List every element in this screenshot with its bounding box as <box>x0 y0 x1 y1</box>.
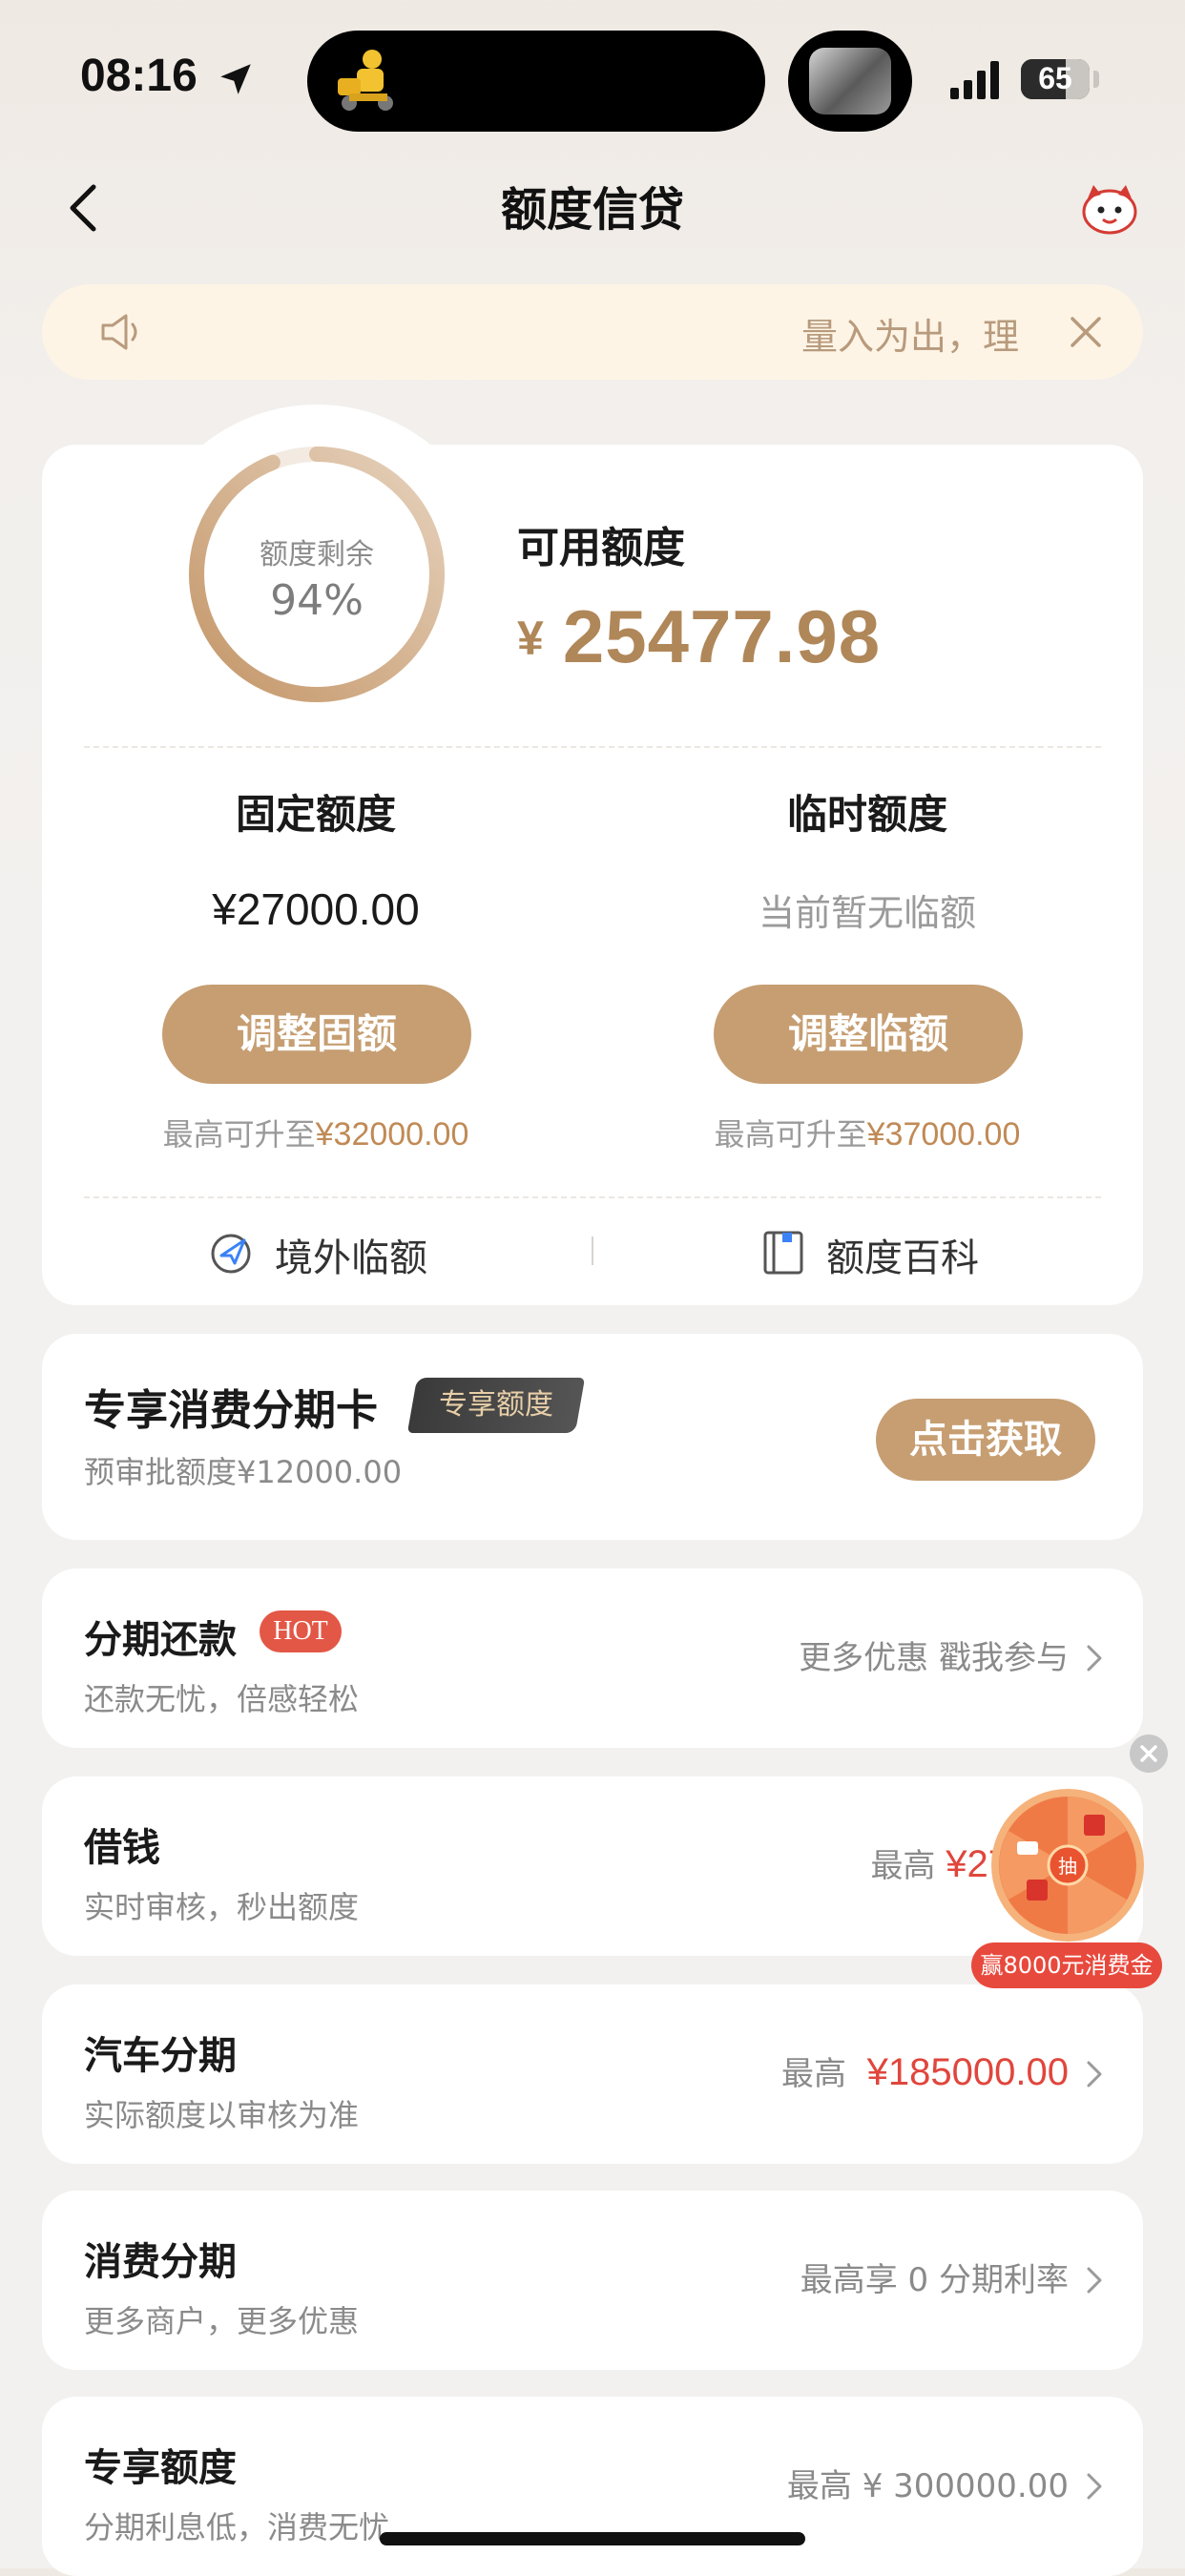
limit-wiki-link[interactable]: 额度百科 <box>759 1225 1008 1280</box>
list-item-subtitle: 实时审核，秒出额度 <box>84 1889 360 1925</box>
right-label: 最高 <box>870 1847 936 1885</box>
location-arrow-icon <box>220 64 251 94</box>
chevron-right-icon <box>1087 1645 1102 1672</box>
notice-bar[interactable]: 量入为出，理 <box>42 284 1143 380</box>
right-label: 最高 ¥ 300000.00 <box>786 2467 1069 2505</box>
status-bar: 08:16 65 <box>0 0 1185 153</box>
adjust-temp-button[interactable]: 调整临额 <box>714 985 1023 1084</box>
speaker-icon <box>101 314 137 350</box>
max-prefix: 最高可升至 <box>714 1116 867 1153</box>
status-time: 08:16 <box>80 51 198 101</box>
adjust-fixed-button[interactable]: 调整固额 <box>162 985 471 1084</box>
list-item-installment-repay[interactable]: 分期还款 HOT 还款无忧，倍感轻松 更多优惠 戳我参与 <box>42 1568 1143 1748</box>
currency-symbol: ¥ <box>517 612 544 665</box>
max-amount: ¥32000.00 <box>315 1116 469 1153</box>
list-item-right-text: 最高享 0 分期利率 <box>800 2254 1069 2300</box>
battery-icon: 65 <box>1021 59 1090 99</box>
delivery-rider-icon <box>338 50 393 111</box>
list-item-title: 分期还款 <box>84 1618 237 1662</box>
list-item-subtitle: 实际额度以审核为准 <box>84 2097 360 2133</box>
exclusive-badge: 专享额度 <box>406 1378 586 1433</box>
list-item-consumer-installment[interactable]: 消费分期 更多商户，更多优惠 最高享 0 分期利率 <box>42 2191 1143 2370</box>
exclusive-subtitle: 预审批额度¥12000.00 <box>84 1454 403 1490</box>
now-playing-cover <box>788 31 912 132</box>
limit-wiki-label: 额度百科 <box>826 1236 979 1280</box>
home-indicator <box>380 2532 805 2545</box>
exclusive-badge-label: 专享额度 <box>439 1388 553 1422</box>
divider <box>84 1196 1101 1198</box>
right-amount: ¥185000.00 <box>866 2051 1069 2093</box>
book-icon <box>763 1231 803 1275</box>
max-amount: ¥37000.00 <box>866 1116 1021 1153</box>
temp-max-note: 最高可升至¥37000.00 <box>648 1111 1087 1154</box>
chevron-right-icon <box>1087 2267 1102 2294</box>
list-item-title: 汽车分期 <box>84 2034 237 2078</box>
list-item-right-text: 更多优惠 戳我参与 <box>799 1631 1069 1678</box>
divider <box>84 746 1101 748</box>
close-float-icon[interactable] <box>1130 1735 1168 1773</box>
list-item-exclusive-limit[interactable]: 专享额度 分期利息低，消费无忧 最高 ¥ 300000.00 <box>42 2397 1143 2576</box>
temp-limit-value: 当前暂无临额 <box>758 892 976 934</box>
notice-text: 量入为出，理 <box>801 316 1020 358</box>
right-label: 更多优惠 戳我参与 <box>799 1639 1069 1677</box>
battery-nub <box>1093 71 1099 88</box>
available-label: 可用额度 <box>517 524 685 572</box>
chevron-right-icon <box>1087 2473 1102 2500</box>
wheel-center-label: 抽 <box>1058 1855 1077 1878</box>
exclusive-title: 专享消费分期卡 <box>84 1386 378 1435</box>
mascot-icon[interactable] <box>1076 179 1143 237</box>
ring-label: 额度剩余 <box>260 538 374 571</box>
list-item-title: 专享额度 <box>84 2446 237 2490</box>
overseas-limit-label: 境外临额 <box>275 1236 427 1280</box>
list-item-title: 借钱 <box>84 1826 160 1870</box>
available-amount: ¥25477.98 <box>517 593 881 680</box>
list-item-subtitle: 分期利息低，消费无忧 <box>84 2509 390 2545</box>
fixed-limit-value: ¥27000.00 <box>212 884 420 934</box>
list-item-right-text: 最高 ¥ 300000.00 <box>787 2460 1069 2506</box>
chevron-right-icon <box>1087 2061 1102 2088</box>
right-label: 最高享 0 分期利率 <box>800 2261 1069 2299</box>
list-item-car-loan[interactable]: 汽车分期 实际额度以审核为准 最高 ¥185000.00 <box>42 1984 1143 2164</box>
globe-plane-icon <box>211 1234 251 1274</box>
max-prefix: 最高可升至 <box>162 1116 316 1153</box>
list-item-borrow[interactable]: 借钱 实时审核，秒出额度 最高 ¥27 <box>42 1776 1143 1956</box>
temp-limit-title: 临时额度 <box>786 791 947 838</box>
hot-badge: HOT <box>260 1610 342 1652</box>
promo-banner[interactable]: 赢8000元消费金 <box>971 1942 1162 1988</box>
list-item-right-text: 最高 ¥185000.00 <box>781 2047 1069 2094</box>
close-icon[interactable] <box>1069 315 1103 349</box>
right-label: 最高 <box>781 2055 847 2093</box>
lucky-wheel-icon[interactable]: 抽 <box>988 1786 1147 1944</box>
list-item-subtitle: 更多商户，更多优惠 <box>84 2303 360 2339</box>
credit-remaining-ring <box>189 447 445 702</box>
cellular-signal-icon <box>950 61 999 99</box>
link-divider <box>592 1236 593 1265</box>
fixed-max-note: 最高可升至¥32000.00 <box>96 1111 535 1154</box>
album-art-icon <box>809 48 891 114</box>
list-item-title: 消费分期 <box>84 2240 237 2284</box>
available-value: 25477.98 <box>562 594 882 678</box>
get-now-button[interactable]: 点击获取 <box>876 1399 1095 1481</box>
list-item-subtitle: 还款无忧，倍感轻松 <box>84 1681 360 1717</box>
overseas-limit-link[interactable]: 境外临额 <box>208 1225 456 1280</box>
fixed-limit-title: 固定额度 <box>235 791 396 838</box>
dynamic-island <box>307 31 765 132</box>
battery-percent: 65 <box>1038 61 1072 95</box>
page-title: 额度信贷 <box>500 183 684 237</box>
ring-value: 94% <box>270 576 364 625</box>
